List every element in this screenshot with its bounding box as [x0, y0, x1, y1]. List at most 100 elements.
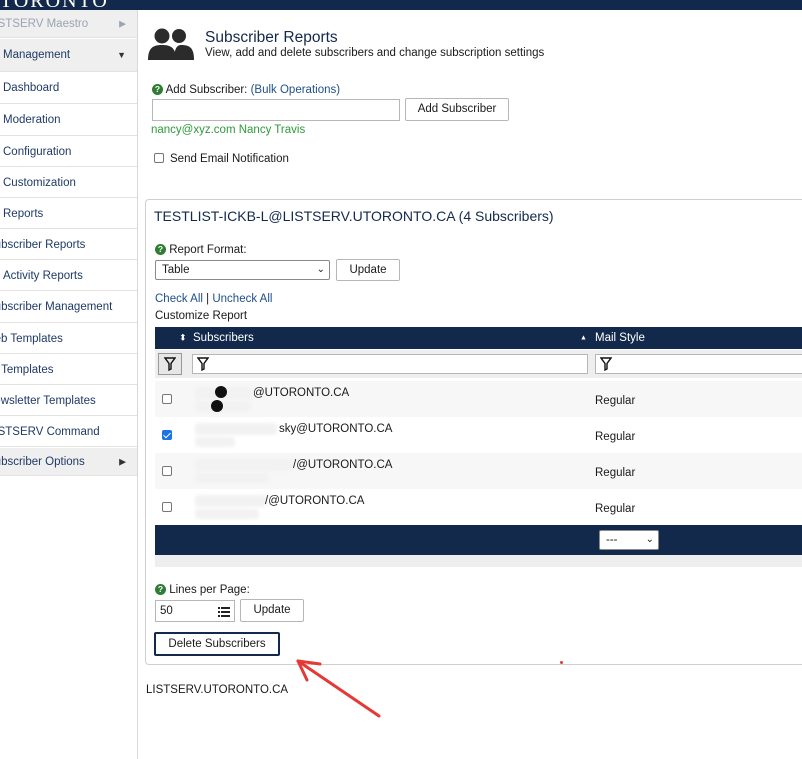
chevron-down-icon: ⌄: [645, 534, 654, 545]
customize-report-link[interactable]: Customize Report: [155, 310, 247, 322]
sidebar-item-subscriber-reports[interactable]: Subscriber Reports: [0, 230, 137, 260]
sidebar-item-label: Configuration: [3, 145, 72, 158]
add-subscriber-example: nancy@xyz.com Nancy Travis: [151, 124, 306, 136]
sort-ascending-icon[interactable]: ▲: [580, 335, 587, 342]
sidebar-item-reports[interactable]: Reports: [0, 199, 137, 229]
sidebar-item-label: Subscriber Management: [0, 301, 113, 313]
table-row[interactable]: sky@UTORONTO.CA Regular: [155, 417, 802, 453]
help-icon[interactable]: ?: [155, 244, 166, 255]
redacted-text: [195, 437, 235, 447]
subscriber-email: @UTORONTO.CA: [253, 387, 350, 399]
report-format-label-row: ? Report Format:: [155, 244, 247, 256]
subscriber-email: /@UTORONTO.CA: [293, 459, 393, 471]
sidebar-item-mail-templates[interactable]: Mail Templates: [0, 355, 137, 385]
sidebar-item-customization[interactable]: Customization: [0, 168, 137, 198]
subscribers-filter-input[interactable]: [192, 354, 588, 374]
report-format-select[interactable]: Table ⌄: [155, 260, 330, 280]
sidebar-item-management[interactable]: Management ▼: [0, 39, 137, 72]
page-title: Subscriber Reports: [205, 29, 338, 46]
add-subscriber-button[interactable]: Add Subscriber: [405, 98, 509, 121]
row-checkbox[interactable]: [162, 466, 172, 476]
redaction-mark: [215, 386, 227, 398]
brand-logo-text: TORONTO: [0, 0, 109, 10]
sidebar-item-label: Management: [3, 49, 71, 61]
link-separator: |: [206, 293, 210, 305]
sidebar-item-subscriber-options[interactable]: Subscriber Options ▶: [0, 448, 137, 476]
sidebar-item-label: Newsletter Templates: [0, 394, 96, 407]
uncheck-all-link[interactable]: Uncheck All: [212, 293, 272, 305]
redacted-text: [195, 423, 277, 435]
table-footer: --- ⌄: [155, 525, 802, 555]
page-subtitle: View, add and delete subscribers and cha…: [205, 47, 545, 59]
report-format-update-button[interactable]: Update: [336, 259, 400, 281]
annotation-arrow-icon: [296, 659, 381, 718]
sidebar-item-label: Dashboard: [3, 82, 60, 94]
bulk-mail-style-value: ---: [606, 534, 618, 546]
lines-per-page-input[interactable]: 50: [155, 600, 235, 622]
send-email-notification-checkbox[interactable]: [154, 153, 164, 163]
list-icon: [218, 607, 230, 617]
filter-toggle-button[interactable]: [158, 353, 182, 375]
table-footer-spacer: [155, 555, 802, 567]
redacted-text: [195, 401, 251, 412]
mail-style-value: Regular: [595, 467, 636, 479]
lines-per-page-label: Lines per Page:: [169, 584, 250, 596]
bulk-mail-style-select[interactable]: --- ⌄: [599, 530, 659, 550]
sidebar-item-dashboard[interactable]: Dashboard: [0, 73, 137, 104]
row-checkbox[interactable]: [162, 430, 172, 440]
lines-per-page-update-button[interactable]: Update: [240, 599, 304, 622]
chevron-right-icon: ▶: [119, 18, 126, 28]
check-links-row: Check All | Uncheck All: [155, 293, 272, 305]
annotation-dot: [560, 661, 563, 664]
report-format-value: Table: [162, 264, 190, 276]
sidebar-item-label: Activity Reports: [3, 269, 83, 282]
help-icon[interactable]: ?: [155, 584, 166, 595]
sidebar-item-moderation[interactable]: Moderation: [0, 105, 137, 136]
sidebar-item-label: Customization: [3, 176, 76, 189]
row-checkbox[interactable]: [162, 394, 172, 404]
mail-style-value: Regular: [595, 431, 636, 443]
chevron-down-icon: ▼: [117, 50, 126, 60]
users-icon: [148, 28, 194, 60]
redaction-mark: [211, 400, 223, 412]
sidebar-item-listserv-command[interactable]: LISTSERV Command: [0, 417, 137, 447]
row-checkbox[interactable]: [162, 502, 172, 512]
mail-style-value: Regular: [595, 503, 636, 515]
column-header-subscribers[interactable]: Subscribers: [193, 332, 254, 344]
subscriber-email: sky@UTORONTO.CA: [279, 423, 393, 435]
sort-icon[interactable]: ⬍: [179, 333, 187, 344]
sidebar-item-label: LISTSERV Command: [0, 425, 100, 438]
sidebar-item-label: Moderation: [3, 114, 61, 126]
sidebar-item-configuration[interactable]: Configuration: [0, 137, 137, 167]
table-row[interactable]: @UTORONTO.CA Regular: [155, 381, 802, 417]
lines-per-page-label-row: ? Lines per Page:: [155, 584, 250, 596]
sidebar-item-activity-reports[interactable]: Activity Reports: [0, 261, 137, 291]
report-format-label: Report Format:: [169, 244, 247, 256]
table-row[interactable]: /@UTORONTO.CA Regular: [155, 489, 802, 525]
footer-site-link[interactable]: LISTSERV.UTORONTO.CA: [146, 684, 288, 696]
chevron-right-icon: ▶: [119, 456, 126, 466]
filter-icon: [197, 357, 209, 371]
sidebar-item-listserv-maestro[interactable]: LISTSERV Maestro ▶: [0, 10, 137, 38]
sidebar-item-label: Mail Templates: [0, 363, 54, 376]
column-header-mail-style[interactable]: Mail Style: [595, 332, 645, 344]
bulk-operations-link[interactable]: (Bulk Operations): [251, 84, 340, 96]
sidebar-item-newsletter-templates[interactable]: Newsletter Templates: [0, 386, 137, 416]
add-subscriber-label: Add Subscriber:: [165, 84, 248, 96]
check-all-link[interactable]: Check All: [155, 293, 203, 305]
sidebar-item-subscriber-management[interactable]: Subscriber Management: [0, 292, 137, 323]
send-email-notification-label: Send Email Notification: [170, 153, 289, 165]
sidebar-item-web-templates[interactable]: Web Templates: [0, 324, 137, 354]
list-title: TESTLIST-ICKB-L@LISTSERV.UTORONTO.CA (4 …: [154, 208, 554, 224]
delete-subscribers-button[interactable]: Delete Subscribers: [154, 632, 280, 656]
table-header-row: ⬍ Subscribers ▲ Mail Style: [155, 327, 802, 349]
add-subscriber-label-row: ? Add Subscriber: (Bulk Operations): [152, 84, 340, 96]
lines-per-page-value: 50: [160, 605, 173, 617]
redacted-text: [195, 459, 295, 471]
mail-style-filter-input[interactable]: [595, 354, 802, 374]
filter-icon: [164, 357, 176, 371]
help-icon[interactable]: ?: [152, 84, 163, 95]
table-row[interactable]: /@UTORONTO.CA Regular: [155, 453, 802, 489]
add-subscriber-input[interactable]: [152, 99, 400, 121]
sidebar-item-label: Reports: [3, 207, 44, 220]
